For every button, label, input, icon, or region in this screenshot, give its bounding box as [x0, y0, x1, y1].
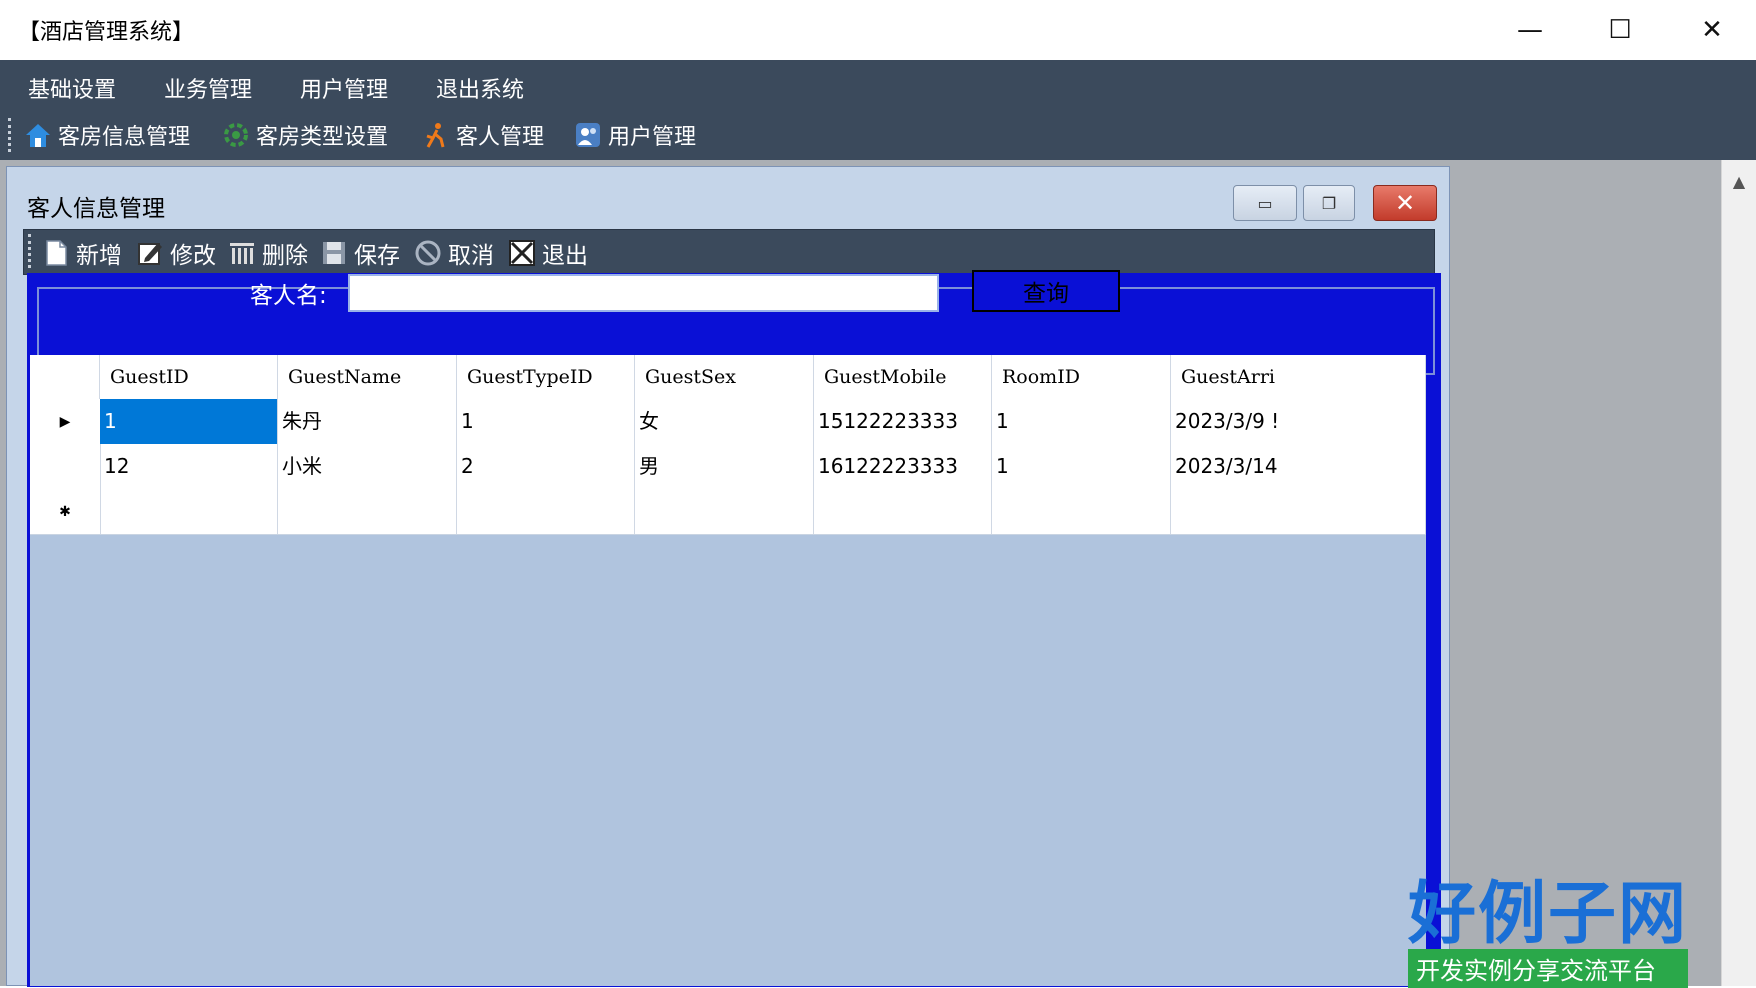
exit-icon	[508, 239, 536, 267]
column-header-guesttypeid[interactable]: GuestTypeID	[457, 355, 635, 399]
cancel-button[interactable]: 取消	[414, 234, 494, 272]
toolbar-room-type-button[interactable]: 客房类型设置	[222, 116, 388, 154]
menu-business[interactable]: 业务管理	[164, 72, 252, 104]
table-cell[interactable]: 朱丹	[278, 399, 457, 444]
column-header-guestid[interactable]: GuestID	[100, 355, 278, 399]
exit-button[interactable]: 退出	[508, 234, 588, 272]
settings-icon	[222, 121, 250, 149]
watermark-logo: 好例子网 开发实例分享交流平台	[1408, 858, 1689, 988]
delete-button[interactable]: 删除	[228, 234, 308, 272]
column-header-guestmobile[interactable]: GuestMobile	[814, 355, 992, 399]
watermark-brand: 好例子网	[1408, 874, 1689, 954]
users-icon	[574, 121, 602, 149]
table-cell[interactable]	[100, 489, 278, 534]
toolbar-user-button[interactable]: 用户管理	[574, 116, 696, 154]
house-icon	[24, 121, 52, 149]
column-header-guestsex[interactable]: GuestSex	[635, 355, 814, 399]
save-label: 保存	[354, 243, 400, 269]
row-header-corner	[30, 355, 100, 399]
table-cell[interactable]: 2023/3/9 !	[1171, 399, 1426, 444]
child-minimize-button[interactable]: ▭	[1233, 185, 1297, 221]
table-row[interactable]: ▶ 1 朱丹 1 女 15122223333 1 2023/3/9 !	[30, 399, 1426, 445]
guest-name-label: 客人名:	[250, 283, 327, 309]
toolbar-guest-label: 客人管理	[456, 125, 545, 150]
guest-data-grid[interactable]: GuestID GuestName GuestTypeID GuestSex G…	[30, 355, 1426, 986]
toolbar-user-label: 用户管理	[608, 125, 697, 150]
edit-label: 修改	[170, 243, 216, 269]
toolbar-guest-button[interactable]: 客人管理	[422, 116, 544, 154]
table-cell[interactable]: 2023/3/14	[1171, 444, 1426, 489]
table-cell[interactable]	[635, 489, 814, 534]
new-row-indicator[interactable]: ✱	[30, 489, 101, 534]
guest-name-input[interactable]	[348, 274, 939, 312]
delete-label: 删除	[262, 243, 308, 269]
table-cell[interactable]	[992, 489, 1171, 534]
menu-users[interactable]: 用户管理	[300, 72, 388, 104]
table-cell[interactable]: 12	[100, 444, 278, 489]
column-header-guestarrive[interactable]: GuestArri	[1171, 355, 1426, 399]
table-cell[interactable]: 1	[457, 399, 635, 444]
window-title: 【酒店管理系统】	[18, 20, 195, 45]
column-header-guestname[interactable]: GuestName	[278, 355, 457, 399]
cancel-label: 取消	[448, 243, 494, 269]
close-button[interactable]: ✕	[1682, 10, 1742, 50]
query-button[interactable]: 查询	[972, 270, 1120, 312]
delete-icon	[228, 239, 256, 267]
scroll-up-icon[interactable]: ▲	[1722, 166, 1756, 196]
child-close-button[interactable]: ✕	[1373, 185, 1437, 221]
restore-icon: ❐	[1321, 193, 1337, 213]
table-cell[interactable]: 15122223333	[814, 399, 992, 444]
menu-bar: 基础设置 业务管理 用户管理 退出系统	[0, 60, 1756, 110]
child-toolbar-grip[interactable]	[28, 234, 35, 268]
edit-button[interactable]: 修改	[136, 234, 216, 272]
minimize-button[interactable]: —	[1500, 10, 1560, 50]
column-header-roomid[interactable]: RoomID	[992, 355, 1171, 399]
menu-exit-system[interactable]: 退出系统	[436, 72, 524, 104]
table-row[interactable]: 12 小米 2 男 16122223333 1 2023/3/14	[30, 444, 1426, 490]
table-cell[interactable]: 1	[992, 399, 1171, 444]
table-cell[interactable]: 2	[457, 444, 635, 489]
cancel-icon	[414, 239, 442, 267]
row-indicator[interactable]: ▶	[30, 399, 101, 444]
table-cell[interactable]	[814, 489, 992, 534]
main-toolbar: 客房信息管理 客房类型设置 客人管理 用户管理	[0, 110, 1756, 160]
minimize-icon: ▭	[1257, 193, 1273, 213]
new-label: 新增	[76, 243, 122, 269]
table-cell[interactable]: 1	[992, 444, 1171, 489]
close-icon: ✕	[1394, 189, 1416, 217]
child-window-title: 客人信息管理	[27, 196, 165, 222]
row-indicator[interactable]	[30, 444, 101, 489]
save-icon	[320, 239, 348, 267]
table-cell[interactable]	[278, 489, 457, 534]
table-cell[interactable]: 16122223333	[814, 444, 992, 489]
edit-icon	[136, 239, 164, 267]
table-row-new[interactable]: ✱	[30, 489, 1426, 535]
exit-label: 退出	[542, 243, 588, 269]
window-titlebar: 【酒店管理系统】 — ☐ ✕	[0, 0, 1756, 60]
table-cell[interactable]: 小米	[278, 444, 457, 489]
toolbar-grip[interactable]	[8, 118, 15, 152]
person-icon	[422, 121, 450, 149]
table-cell[interactable]: 1	[100, 399, 278, 444]
toolbar-room-info-label: 客房信息管理	[58, 125, 191, 150]
table-cell[interactable]: 男	[635, 444, 814, 489]
new-button[interactable]: 新增	[42, 234, 122, 272]
toolbar-room-type-label: 客房类型设置	[256, 125, 389, 150]
toolbar-room-info-button[interactable]: 客房信息管理	[24, 116, 190, 154]
save-button[interactable]: 保存	[320, 234, 400, 272]
table-cell[interactable]: 女	[635, 399, 814, 444]
child-restore-button[interactable]: ❐	[1303, 185, 1355, 221]
maximize-button[interactable]: ☐	[1590, 10, 1650, 50]
child-toolbar: 新增 修改 删除 保存 取消 退出	[23, 229, 1435, 275]
menu-basic-settings[interactable]: 基础设置	[28, 72, 116, 104]
grid-header: GuestID GuestName GuestTypeID GuestSex G…	[30, 355, 1426, 400]
table-cell[interactable]	[457, 489, 635, 534]
table-cell[interactable]	[1171, 489, 1426, 534]
watermark-slogan: 开发实例分享交流平台	[1408, 949, 1689, 988]
new-icon	[42, 239, 70, 267]
vertical-scrollbar[interactable]	[1721, 160, 1756, 986]
